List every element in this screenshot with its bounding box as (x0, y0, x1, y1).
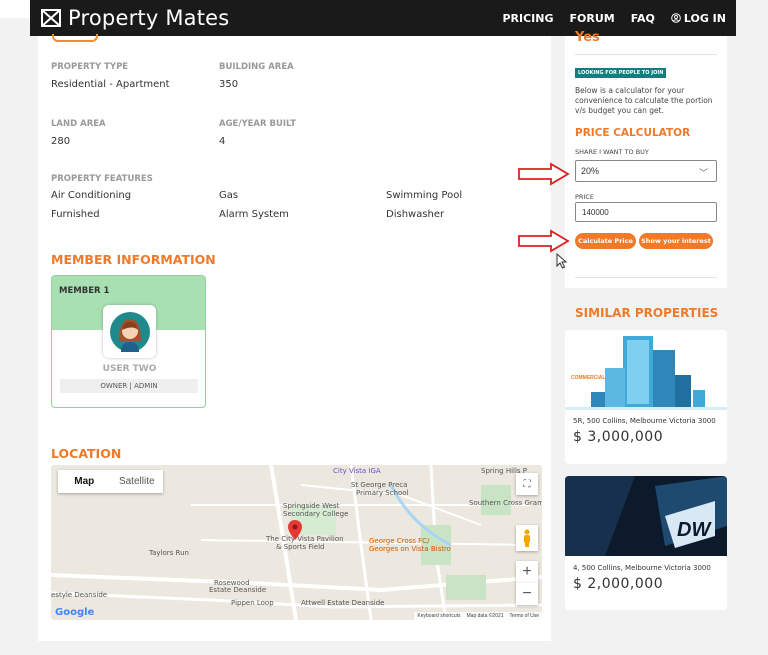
street-view-icon[interactable] (516, 525, 538, 551)
similar-property-card[interactable]: DW 4, 500 Collins, Melbourne Victoria 30… (565, 476, 727, 610)
feature-item: Alarm System (219, 209, 289, 220)
price-calculator-title: PRICE CALCULATOR (575, 127, 691, 139)
map-label: Springside West (283, 502, 340, 510)
property-address: 4, 500 Collins, Melbourne Victoria 3000 (573, 564, 711, 572)
annotation-arrow-icon (518, 229, 570, 253)
feature-item: Swimming Pool (386, 190, 463, 201)
location-map[interactable]: Map Satellite City Vista IGA St George P… (51, 465, 542, 620)
logo-icon (41, 9, 61, 27)
dws-sign-text: DW (677, 519, 712, 541)
property-type-value: Residential - Apartment (51, 79, 170, 90)
map-label: Primary School (356, 489, 409, 497)
mouse-cursor-icon (556, 253, 568, 269)
price-calculator-card: Yes LOOKING FOR PEOPLE TO JOIN Below is … (565, 30, 727, 288)
map-label: Attwell Estate Deanside (301, 599, 385, 607)
status-tag-outline (52, 34, 98, 42)
property-type-label: PROPERTY TYPE (51, 62, 129, 72)
map-label: estyle Deanside (51, 591, 108, 599)
status-value: Yes (575, 30, 600, 45)
property-price: $ 2,000,000 (573, 576, 664, 592)
map-label: Southern Cross Gram (469, 499, 542, 507)
keyboard-shortcuts-link[interactable]: Keyboard shortcuts (417, 613, 460, 619)
location-title: LOCATION (51, 446, 122, 461)
top-left-strip (0, 0, 30, 18)
age-label: AGE/YEAR BUILT (219, 119, 296, 129)
map-label: The City Vista Pavilion (266, 535, 344, 543)
features-label: PROPERTY FEATURES (51, 174, 153, 184)
map-label: Pippen Loop (231, 599, 274, 607)
share-select-value: 20% (581, 166, 600, 176)
brand-name: Property Mates (68, 6, 230, 30)
nav-faq[interactable]: FAQ (631, 12, 655, 25)
similar-property-card[interactable]: COMMERCIAL 5R, 500 Collins, Melbourne Vi… (565, 330, 727, 464)
terms-link[interactable]: Terms of Use (510, 613, 539, 619)
nav-login[interactable]: LOG IN (671, 12, 726, 25)
location-pin-icon[interactable] (288, 520, 302, 540)
property-price: $ 3,000,000 (573, 429, 664, 445)
price-input[interactable]: 140000 (575, 202, 717, 222)
nav-pricing[interactable]: PRICING (502, 12, 553, 25)
feature-item: Air Conditioning (51, 190, 132, 201)
google-logo: Google (55, 607, 95, 618)
calculate-price-button[interactable]: Calculate Price (575, 233, 636, 249)
avatar (103, 305, 156, 358)
map-label: Estate Deanside (209, 586, 267, 594)
fullscreen-icon[interactable]: ⛶ (516, 473, 538, 495)
show-interest-button[interactable]: Show your interest (639, 233, 713, 249)
age-value: 4 (219, 136, 226, 147)
share-select[interactable]: 20% ﹀ (575, 160, 717, 182)
feature-item: Dishwasher (386, 209, 445, 220)
feature-item: Furnished (51, 209, 100, 220)
building-area-value: 350 (219, 79, 239, 90)
price-input-value: 140000 (582, 207, 609, 217)
member-information-title: MEMBER INFORMATION (51, 252, 216, 267)
nav-forum[interactable]: FORUM (570, 12, 615, 25)
feature-item: Gas (219, 190, 239, 201)
divider (575, 54, 717, 55)
zoom-out-button[interactable]: − (516, 583, 538, 605)
property-address: 5R, 500 Collins, Melbourne Victoria 3000 (573, 417, 716, 425)
map-label: Taylors Run (149, 549, 189, 557)
price-label: PRICE (575, 193, 594, 201)
member-role: OWNER | ADMIN (60, 379, 198, 393)
land-area-value: 280 (51, 136, 71, 147)
member-card[interactable]: MEMBER 1 USER TWO OWNER | ADMIN (51, 275, 206, 408)
member-card-title: MEMBER 1 (59, 286, 110, 296)
top-navbar: Property Mates PRICING FORUM FAQ LOG IN (30, 0, 736, 36)
status-badge: LOOKING FOR PEOPLE TO JOIN (575, 68, 667, 78)
map-footer: Keyboard shortcuts Map data ©2021 Terms … (414, 612, 542, 620)
dws-building-icon: DW (565, 476, 727, 556)
brand-logo[interactable]: Property Mates (40, 6, 229, 30)
login-label: LOG IN (683, 11, 726, 25)
similar-properties-title: SIMILAR PROPERTIES (575, 306, 719, 320)
avatar-icon (109, 311, 150, 352)
map-label: Secondary College (283, 510, 349, 518)
map-label: St George Preca (351, 481, 408, 489)
member-name: USER TWO (102, 364, 157, 374)
user-icon (671, 13, 681, 23)
property-image: COMMERCIAL (565, 330, 727, 410)
land-area-label: LAND AREA (51, 119, 106, 129)
zoom-in-button[interactable]: + (516, 561, 538, 583)
map-label: & Sports Field (276, 543, 325, 551)
commercial-tag: COMMERCIAL (571, 375, 606, 381)
calculator-description: Below is a calculator for your convenien… (575, 86, 713, 115)
map-label: City Vista IGA (333, 467, 381, 475)
property-details-card: PROPERTY TYPE Residential - Apartment BU… (38, 34, 551, 641)
chevron-down-icon: ﹀ (698, 168, 708, 178)
commercial-building-icon (565, 330, 727, 410)
share-label: SHARE I WANT TO BUY (575, 148, 649, 156)
annotation-arrow-icon (518, 162, 570, 186)
map-tab[interactable]: Map (58, 470, 111, 493)
satellite-tab[interactable]: Satellite (111, 470, 164, 493)
divider (575, 277, 717, 278)
building-area-label: BUILDING AREA (219, 62, 294, 72)
map-data-text: Map data ©2021 (466, 613, 504, 619)
map-label: George Cross FC/ (369, 537, 430, 545)
map-label: Georges on Vista Bistro (369, 545, 451, 553)
property-image: DW (565, 476, 727, 556)
map-type-toggle: Map Satellite (58, 470, 163, 493)
